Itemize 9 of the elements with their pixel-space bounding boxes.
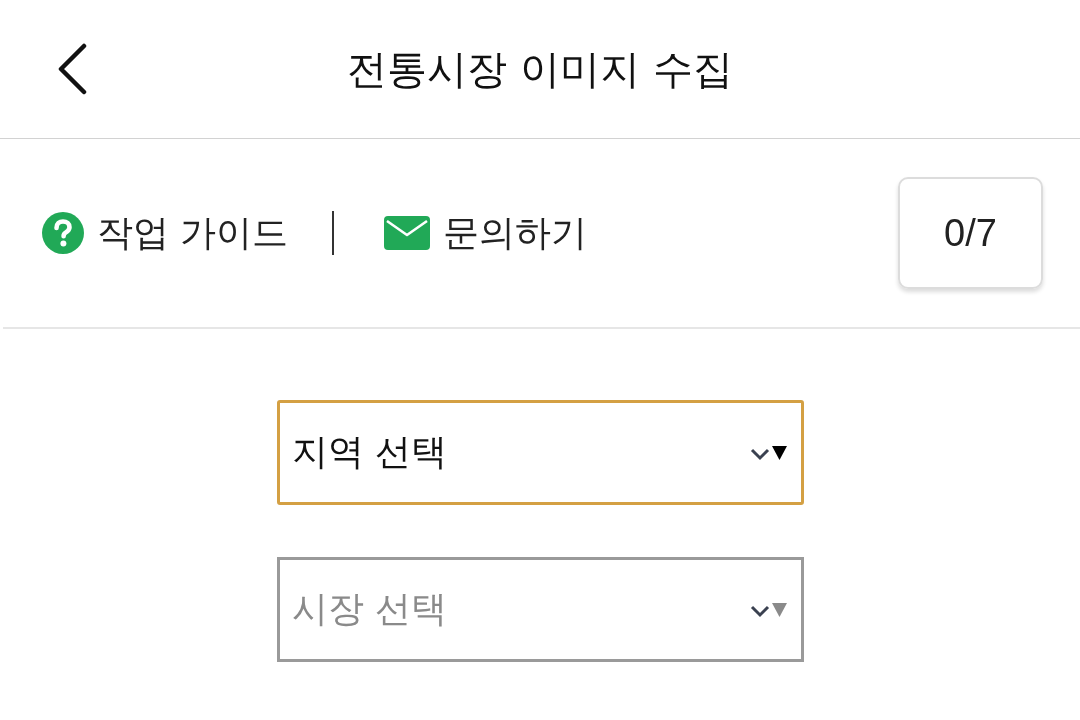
question-circle-icon xyxy=(42,212,84,254)
dropdown-select[interactable]: 지역 선택 xyxy=(276,400,804,505)
back-button[interactable] xyxy=(56,43,88,95)
contact-link[interactable]: 문의하기 xyxy=(384,208,588,258)
guide-link[interactable]: 작업 가이드 xyxy=(42,208,289,258)
envelope-icon xyxy=(384,216,431,250)
progress-counter: 0/7 xyxy=(898,177,1043,289)
chevron-left-icon xyxy=(56,43,88,95)
page-title: 전통시장 이미지 수집 xyxy=(347,44,733,94)
